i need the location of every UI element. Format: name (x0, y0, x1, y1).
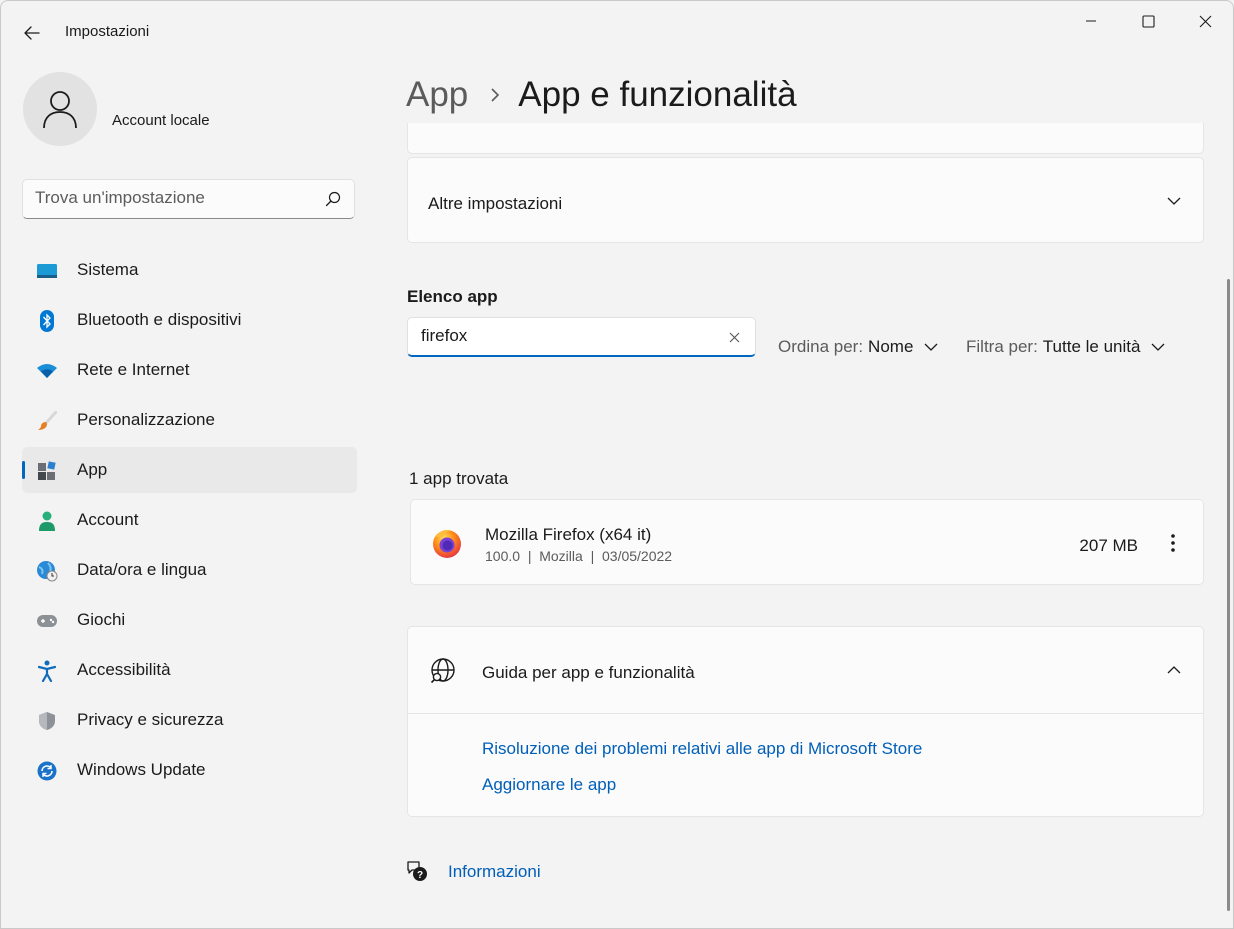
settings-search-box[interactable] (22, 179, 355, 219)
avatar[interactable] (23, 72, 97, 146)
more-options-button[interactable] (1161, 530, 1185, 556)
sort-value: Nome (868, 337, 914, 356)
update-icon (36, 760, 58, 782)
sidebar-item-label: Giochi (77, 610, 126, 629)
sidebar-item-bluetooth[interactable]: Bluetooth e dispositivi (22, 297, 357, 343)
firefox-icon (433, 530, 461, 558)
more-vertical-icon (1171, 534, 1175, 552)
clear-search-button[interactable] (725, 328, 743, 346)
sidebar-item-label: Account (77, 510, 139, 529)
app-details: 100.0 | Mozilla | 03/05/2022 (485, 548, 673, 564)
breadcrumb-parent[interactable]: App (406, 75, 468, 115)
apps-icon (36, 460, 58, 482)
app-list-heading: Elenco app (407, 287, 498, 306)
chevron-down-icon (1167, 197, 1181, 205)
close-icon (1199, 15, 1211, 27)
person-icon (36, 510, 58, 532)
maximize-icon (1141, 14, 1155, 28)
help-expander: Guida per app e funzionalità Risoluzione… (407, 626, 1204, 817)
sidebar-item-personalizzazione[interactable]: Personalizzazione (22, 397, 357, 443)
help-header[interactable]: Guida per app e funzionalità (408, 627, 1203, 714)
chevron-down-icon (1151, 343, 1165, 351)
more-settings-expander[interactable]: Altre impostazioni (407, 157, 1204, 243)
sidebar-item-label: Sistema (77, 260, 139, 279)
sidebar-item-app[interactable]: App (22, 447, 357, 493)
sidebar-item-label: Privacy e sicurezza (77, 710, 224, 729)
clear-icon (729, 332, 739, 342)
scrollbar[interactable] (1227, 279, 1230, 911)
sidebar-item-label: Accessibilità (77, 660, 171, 679)
sidebar-item-label: App (77, 460, 108, 479)
sort-dropdown[interactable]: Ordina per: Nome (778, 337, 939, 357)
search-icon[interactable] (325, 191, 341, 207)
minimize-button[interactable] (1063, 5, 1119, 37)
brush-icon (36, 410, 58, 432)
chevron-up-icon (1167, 666, 1181, 674)
account-name: Account locale (112, 112, 210, 129)
globe-clock-icon (36, 560, 58, 582)
maximize-button[interactable] (1120, 5, 1176, 37)
svg-text:?: ? (417, 870, 423, 881)
app-size: 207 MB (1079, 536, 1138, 555)
sidebar-item-label: Bluetooth e dispositivi (77, 310, 242, 329)
user-icon (43, 91, 77, 129)
sort-label: Ordina per: (778, 337, 864, 356)
result-count: 1 app trovata (409, 469, 509, 488)
globe-search-icon (430, 658, 455, 684)
chevron-right-icon (490, 87, 500, 103)
help-title: Guida per app e funzionalità (482, 663, 695, 682)
help-link-store-troubleshoot[interactable]: Risoluzione dei problemi relativi alle a… (482, 739, 922, 759)
app-list-item[interactable]: Mozilla Firefox (x64 it) 100.0 | Mozilla… (410, 499, 1204, 585)
back-button[interactable] (15, 17, 49, 49)
breadcrumb: App App e funzionalità (406, 75, 797, 115)
gamepad-icon (36, 610, 58, 632)
monitor-icon (36, 260, 58, 282)
search-input[interactable] (35, 188, 315, 208)
wifi-icon (36, 360, 58, 382)
sidebar-item-label: Rete e Internet (77, 360, 190, 379)
sidebar-item-label: Personalizzazione (77, 410, 215, 429)
chevron-down-icon (924, 343, 938, 351)
filter-label: Filtra per: (966, 337, 1038, 356)
scrolled-card (407, 123, 1204, 154)
title-bar: Impostazioni (1, 1, 1233, 63)
shield-icon (36, 710, 58, 732)
sidebar-nav: Sistema Bluetooth e dispositivi Rete e I… (22, 247, 357, 797)
minimize-icon (1086, 20, 1096, 22)
feedback-help-icon: ? (407, 861, 427, 881)
sidebar-item-sistema[interactable]: Sistema (22, 247, 357, 293)
help-link-update-apps[interactable]: Aggiornare le app (482, 775, 616, 795)
bluetooth-icon (36, 310, 58, 332)
page-title: App e funzionalità (518, 75, 797, 114)
accessibility-icon (36, 660, 58, 682)
settings-window: Impostazioni Account locale S (0, 0, 1234, 929)
filter-value: Tutte le unità (1042, 337, 1141, 356)
sidebar-item-label: Data/ora e lingua (77, 560, 207, 579)
sidebar-item-giochi[interactable]: Giochi (22, 597, 357, 643)
sidebar-item-rete[interactable]: Rete e Internet (22, 347, 357, 393)
sidebar-item-windows-update[interactable]: Windows Update (22, 747, 357, 793)
app-filter-box[interactable] (407, 317, 756, 357)
more-settings-label: Altre impostazioni (428, 194, 563, 213)
back-arrow-icon (24, 26, 40, 40)
sidebar-item-account[interactable]: Account (22, 497, 357, 543)
app-name: Mozilla Firefox (x64 it) (485, 525, 652, 544)
window-title: Impostazioni (65, 23, 150, 40)
sidebar-item-data-ora[interactable]: Data/ora e lingua (22, 547, 357, 593)
info-link[interactable]: Informazioni (448, 862, 541, 882)
sidebar-item-accessibilita[interactable]: Accessibilità (22, 647, 357, 693)
app-search-input[interactable] (421, 326, 711, 346)
sidebar-item-label: Windows Update (77, 760, 206, 779)
close-button[interactable] (1177, 5, 1233, 37)
filter-dropdown[interactable]: Filtra per: Tutte le unità (966, 337, 1166, 357)
sidebar-item-privacy[interactable]: Privacy e sicurezza (22, 697, 357, 743)
